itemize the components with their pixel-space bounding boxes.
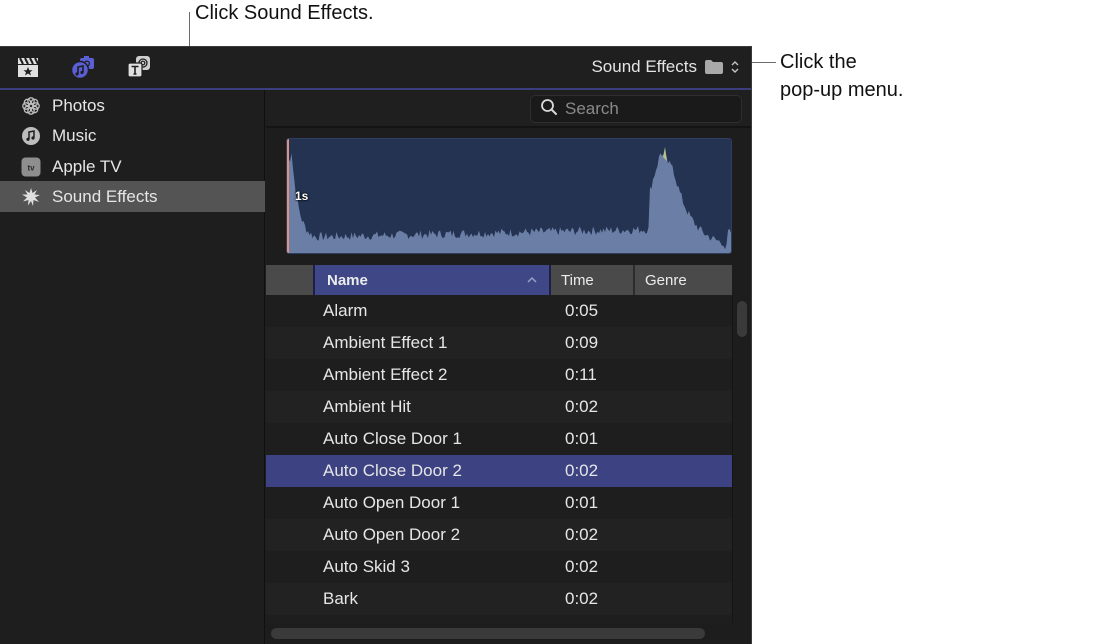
sidebar-label-sound-effects: Sound Effects [52, 186, 158, 206]
search-icon [540, 98, 558, 121]
row-time: 0:02 [565, 589, 599, 608]
row-time: 0:02 [565, 557, 599, 576]
callout-sound-effects: Click Sound Effects. [195, 2, 374, 24]
sidebar-item-sound-effects[interactable]: Sound Effects [0, 181, 265, 212]
row-name: Ambient Hit [323, 397, 411, 416]
library-popup-menu[interactable]: Sound Effects [591, 54, 739, 80]
titles-generators-browser-button[interactable] [126, 54, 152, 85]
chevron-up-down-icon [731, 60, 739, 74]
row-name: Auto Close Door 2 [323, 461, 462, 480]
table-row[interactable]: Ambient Effect 2 0:11 [266, 359, 732, 391]
sidebar-label-photos: Photos [52, 95, 105, 115]
vertical-scroll-thumb[interactable] [737, 301, 747, 337]
waveform-graphic [287, 147, 731, 253]
music-camera-icon [70, 54, 96, 85]
sidebar-label-apple-tv: Apple TV [52, 156, 122, 176]
column-header-genre[interactable]: Genre [635, 265, 732, 295]
duration-label: 1s [295, 189, 309, 203]
browser-toolbar: Sound Effects [0, 47, 751, 88]
photos-audio-browser-button[interactable] [70, 54, 96, 85]
table-row[interactable]: Auto Open Door 2 0:02 [266, 519, 732, 551]
column-header-name-label: Name [327, 271, 368, 289]
table-row[interactable]: Alarm 0:05 [266, 295, 732, 327]
row-name: Bark [323, 589, 358, 608]
clapper-star-icon [16, 55, 40, 84]
sort-ascending-icon [527, 274, 537, 286]
playhead[interactable] [287, 139, 289, 253]
sidebar-label-music: Music [52, 125, 97, 145]
vertical-scrollbar[interactable] [732, 295, 751, 623]
popup-label: Sound Effects [591, 57, 697, 76]
table-row[interactable]: Ambient Hit 0:02 [266, 391, 732, 423]
column-header-genre-label: Genre [645, 271, 687, 289]
row-time: 0:01 [565, 429, 599, 448]
search-input[interactable] [565, 99, 735, 119]
row-time: 0:09 [565, 333, 599, 352]
table-row[interactable]: Ambient Effect 1 0:09 [266, 327, 732, 359]
screenshot-stage: Click Sound Effects. Click the pop-up me… [0, 0, 1110, 644]
row-name: Auto Close Door 1 [323, 429, 462, 448]
row-time: 0:01 [565, 493, 599, 512]
sidebar-item-apple-tv[interactable]: tv Apple TV [0, 151, 265, 182]
apple-tv-icon: tv [21, 157, 41, 177]
search-bar-area [266, 90, 751, 128]
audio-waveform-preview[interactable]: 1s [286, 138, 732, 254]
row-name: Alarm [323, 301, 368, 320]
browser-window: Sound Effects Photos Music tv Apple TV S… [0, 46, 752, 644]
callout-popup-line2: pop-up menu. [780, 79, 904, 101]
library-sidebar: Photos Music tv Apple TV Sound Effects [0, 90, 265, 644]
burst-icon [21, 187, 41, 207]
sidebar-item-photos[interactable]: Photos [0, 90, 265, 121]
table-header: Name Time Genre [266, 265, 732, 295]
table-row[interactable]: Bark 0:02 [266, 583, 732, 615]
table-row[interactable]: Auto Close Door 2 0:02 [266, 455, 732, 487]
row-name: Ambient Effect 1 [323, 333, 448, 352]
row-time: 0:02 [565, 525, 599, 544]
row-time: 0:02 [565, 461, 599, 480]
titles-icon [126, 54, 152, 85]
browser-main-pane: 1s Name Time Genre Alarm 0:05 Ambient Effe… [266, 90, 751, 644]
sound-effects-list: Alarm 0:05 Ambient Effect 1 0:09 Ambient Eff… [266, 295, 732, 623]
row-name: Auto Open Door 1 [323, 493, 461, 512]
row-name: Ambient Effect 2 [323, 365, 448, 384]
music-note-icon [21, 126, 41, 146]
horizontal-scroll-thumb[interactable] [271, 628, 705, 639]
search-field[interactable] [530, 95, 742, 123]
svg-text:tv: tv [27, 163, 35, 172]
table-row[interactable]: Auto Close Door 1 0:01 [266, 423, 732, 455]
row-name: Auto Skid 3 [323, 557, 410, 576]
sidebar-item-music[interactable]: Music [0, 120, 265, 151]
row-time: 0:02 [565, 397, 599, 416]
photos-flower-icon [21, 96, 41, 116]
row-time: 0:05 [565, 301, 599, 320]
folder-icon [705, 60, 723, 74]
column-header-time-label: Time [561, 271, 594, 289]
column-header-time[interactable]: Time [551, 265, 635, 295]
waveform-shape [287, 153, 731, 253]
photos-video-browser-button[interactable] [15, 56, 41, 82]
column-header-name[interactable]: Name [313, 265, 551, 295]
row-name: Auto Open Door 2 [323, 525, 461, 544]
table-row[interactable]: Auto Skid 3 0:02 [266, 551, 732, 583]
table-row[interactable]: Auto Open Door 1 0:01 [266, 487, 732, 519]
row-time: 0:11 [565, 365, 597, 384]
callout-popup-line1: Click the [780, 51, 857, 73]
column-header-blank [266, 265, 313, 295]
